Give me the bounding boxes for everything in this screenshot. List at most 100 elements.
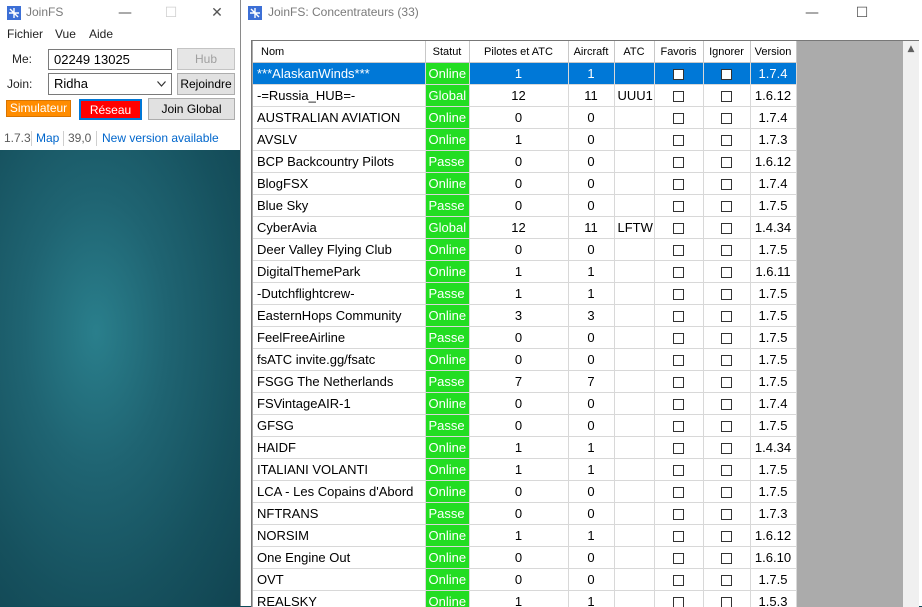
ignore-checkbox[interactable] (721, 487, 732, 498)
favorite-checkbox[interactable] (673, 509, 684, 520)
table-row[interactable]: NFTRANSPasse001.7.3 (253, 503, 796, 525)
scroll-up-icon[interactable]: ▲ (903, 41, 919, 57)
ignore-checkbox[interactable] (721, 509, 732, 520)
column-header-pilots[interactable]: Pilotes et ATC (469, 41, 568, 63)
ignore-checkbox[interactable] (721, 245, 732, 256)
ignore-checkbox[interactable] (721, 113, 732, 124)
favorite-checkbox[interactable] (673, 289, 684, 300)
favorite-checkbox[interactable] (673, 487, 684, 498)
column-header-status[interactable]: Statut (425, 41, 469, 63)
ignore-checkbox[interactable] (721, 355, 732, 366)
me-field[interactable]: 02249 13025 (48, 49, 172, 70)
ignore-checkbox[interactable] (721, 575, 732, 586)
favorite-checkbox[interactable] (673, 311, 684, 322)
favorite-checkbox[interactable] (673, 421, 684, 432)
column-header-atc[interactable]: ATC (614, 41, 654, 63)
table-row[interactable]: EasternHops CommunityOnline331.7.5 (253, 305, 796, 327)
favorite-checkbox[interactable] (673, 443, 684, 454)
new-version-link[interactable]: New version available (102, 131, 219, 145)
vertical-scrollbar[interactable]: ▲ (903, 41, 919, 607)
ignore-checkbox[interactable] (721, 157, 732, 168)
join-combobox[interactable]: Ridha (48, 73, 172, 95)
ignore-checkbox[interactable] (721, 531, 732, 542)
menu-aide[interactable]: Aide (89, 27, 113, 41)
ignore-checkbox[interactable] (721, 69, 732, 80)
table-row[interactable]: FSGG The NetherlandsPasse771.7.5 (253, 371, 796, 393)
table-row[interactable]: FeelFreeAirlinePasse001.7.5 (253, 327, 796, 349)
ignore-checkbox[interactable] (721, 421, 732, 432)
favorite-checkbox[interactable] (673, 223, 684, 234)
ignore-checkbox[interactable] (721, 333, 732, 344)
table-row[interactable]: ***AlaskanWinds***Online111.7.4 (253, 63, 796, 85)
ignore-checkbox[interactable] (721, 465, 732, 476)
hub-button[interactable]: Hub (177, 48, 235, 70)
table-row[interactable]: AUSTRALIAN AVIATIONOnline001.7.4 (253, 107, 796, 129)
minimize-button[interactable]: — (102, 0, 148, 26)
table-row[interactable]: ITALIANI VOLANTIOnline111.7.5 (253, 459, 796, 481)
favorite-checkbox[interactable] (673, 355, 684, 366)
table-row[interactable]: BCP Backcountry PilotsPasse001.6.12 (253, 151, 796, 173)
favorite-checkbox[interactable] (673, 399, 684, 410)
minimize-button[interactable]: — (789, 0, 835, 26)
table-row[interactable]: GFSGPasse001.7.5 (253, 415, 796, 437)
favorite-checkbox[interactable] (673, 201, 684, 212)
ignore-checkbox[interactable] (721, 135, 732, 146)
ignore-checkbox[interactable] (721, 179, 732, 190)
menu-fichier[interactable]: Fichier (7, 27, 43, 41)
network-button[interactable]: Réseau (79, 99, 142, 120)
ignore-checkbox[interactable] (721, 377, 732, 388)
favorite-checkbox[interactable] (673, 267, 684, 278)
table-row[interactable]: Deer Valley Flying ClubOnline001.7.5 (253, 239, 796, 261)
favorite-checkbox[interactable] (673, 135, 684, 146)
favorite-checkbox[interactable] (673, 179, 684, 190)
table-row[interactable]: NORSIMOnline111.6.12 (253, 525, 796, 547)
ignore-checkbox[interactable] (721, 91, 732, 102)
column-header-ignore[interactable]: Ignorer (703, 41, 750, 63)
simulator-button[interactable]: Simulateur (6, 100, 71, 117)
table-row[interactable]: -=Russia_HUB=-Global1211UUU11.6.12 (253, 85, 796, 107)
favorite-checkbox[interactable] (673, 553, 684, 564)
favorite-checkbox[interactable] (673, 465, 684, 476)
favorite-checkbox[interactable] (673, 575, 684, 586)
table-row[interactable]: LCA - Les Copains d'AbordOnline001.7.5 (253, 481, 796, 503)
table-row[interactable]: OVTOnline001.7.5 (253, 569, 796, 591)
ignore-checkbox[interactable] (721, 443, 732, 454)
column-header-name[interactable]: Nom (253, 41, 425, 63)
ignore-checkbox[interactable] (721, 267, 732, 278)
maximize-button[interactable]: ☐ (148, 0, 194, 26)
table-row[interactable]: REALSKYOnline111.5.3 (253, 591, 796, 607)
column-header-aircraft[interactable]: Aircraft (568, 41, 614, 63)
ignore-checkbox[interactable] (721, 223, 732, 234)
close-button[interactable]: ✕ (194, 0, 240, 26)
favorite-checkbox[interactable] (673, 531, 684, 542)
favorite-checkbox[interactable] (673, 157, 684, 168)
table-row[interactable]: One Engine OutOnline001.6.10 (253, 547, 796, 569)
map-link[interactable]: Map (36, 131, 59, 145)
join-global-button[interactable]: Join Global (148, 98, 235, 120)
favorite-checkbox[interactable] (673, 333, 684, 344)
column-header-favorites[interactable]: Favoris (654, 41, 703, 63)
favorite-checkbox[interactable] (673, 377, 684, 388)
ignore-checkbox[interactable] (721, 553, 732, 564)
table-row[interactable]: HAIDFOnline111.4.34 (253, 437, 796, 459)
favorite-checkbox[interactable] (673, 245, 684, 256)
table-row[interactable]: fsATC invite.gg/fsatcOnline001.7.5 (253, 349, 796, 371)
rejoin-button[interactable]: Rejoindre (177, 73, 235, 95)
table-row[interactable]: -Dutchflightcrew-Passe111.7.5 (253, 283, 796, 305)
menu-vue[interactable]: Vue (55, 27, 76, 41)
ignore-checkbox[interactable] (721, 311, 732, 322)
favorite-checkbox[interactable] (673, 91, 684, 102)
ignore-checkbox[interactable] (721, 289, 732, 300)
table-row[interactable]: Blue SkyPasse001.7.5 (253, 195, 796, 217)
ignore-checkbox[interactable] (721, 201, 732, 212)
chevron-down-icon[interactable] (157, 81, 166, 87)
favorite-checkbox[interactable] (673, 69, 684, 80)
table-row[interactable]: DigitalThemeParkOnline111.6.11 (253, 261, 796, 283)
column-header-version[interactable]: Version (750, 41, 796, 63)
table-row[interactable]: CyberAviaGlobal1211LFTW1.4.34 (253, 217, 796, 239)
table-row[interactable]: BlogFSXOnline001.7.4 (253, 173, 796, 195)
table-row[interactable]: AVSLVOnline101.7.3 (253, 129, 796, 151)
ignore-checkbox[interactable] (721, 399, 732, 410)
table-row[interactable]: FSVintageAIR-1Online001.7.4 (253, 393, 796, 415)
favorite-checkbox[interactable] (673, 113, 684, 124)
